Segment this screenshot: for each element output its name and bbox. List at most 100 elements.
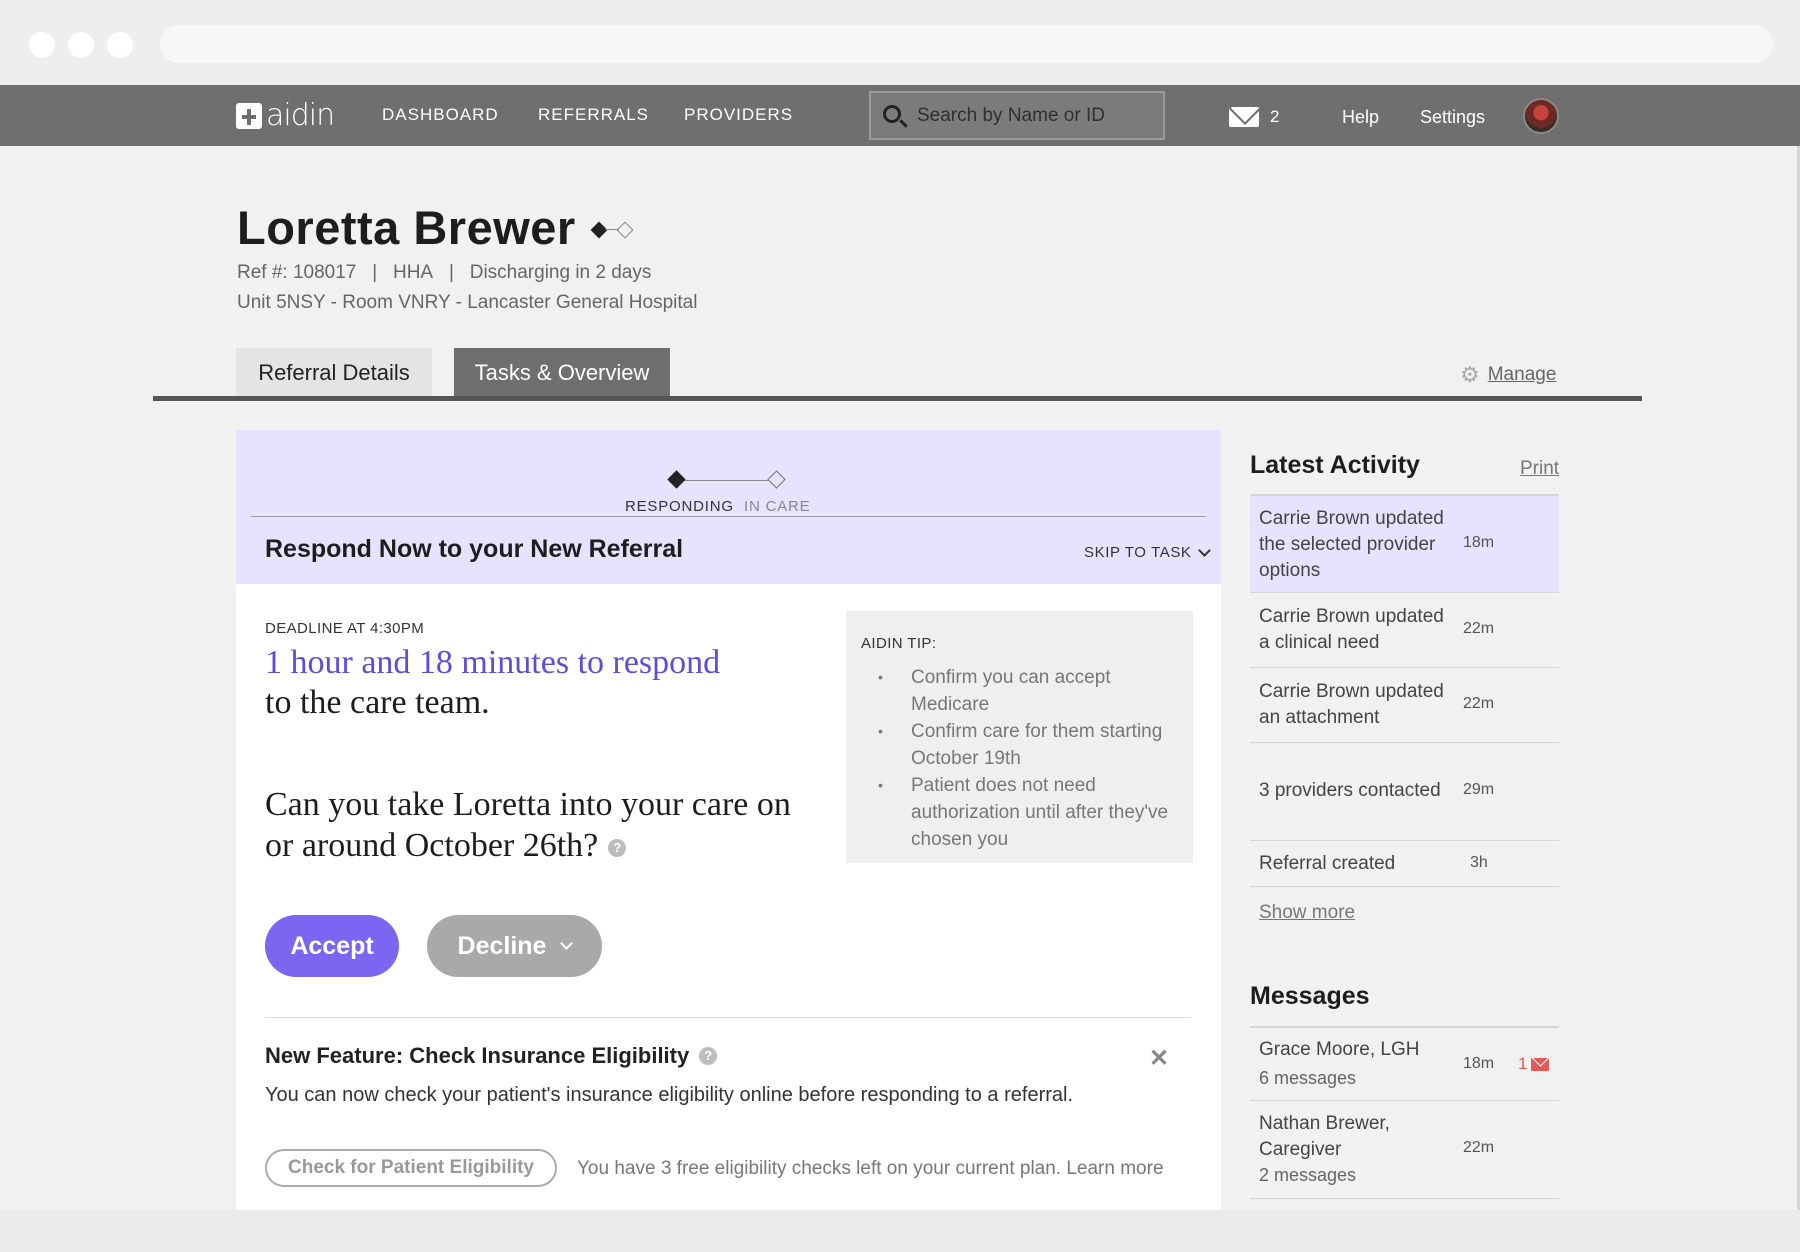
nav-help[interactable]: Help — [1342, 107, 1379, 128]
latest-activity-title: Latest Activity — [1250, 451, 1420, 479]
countdown-text: 1 hour and 18 minutes to respond — [265, 644, 721, 681]
activity-time: 22m — [1463, 620, 1495, 637]
countdown-suffix: to the care team. — [265, 684, 490, 721]
window-minimize-dot[interactable] — [68, 32, 94, 58]
activity-item[interactable]: Referral created 3h — [1250, 841, 1559, 887]
address-bar[interactable] — [160, 25, 1773, 63]
top-navigation: aidin DASHBOARD REFERRALS PROVIDERS 2 He… — [0, 85, 1800, 146]
stage-indicator — [590, 221, 637, 239]
activity-text: 3 providers contacted — [1259, 780, 1441, 801]
activity-time: 18m — [1463, 534, 1495, 551]
patient-location: Unit 5NSY - Room VNRY - Lancaster Genera… — [237, 292, 698, 313]
activity-text: Carrie Brown updated a clinical need — [1259, 606, 1444, 653]
print-link[interactable]: Print — [1520, 458, 1559, 480]
decline-label: Decline — [457, 931, 547, 960]
unread-badge: 1 — [1518, 1054, 1550, 1074]
referral-meta: Ref #: 108017 | HHA | Discharging in 2 d… — [237, 262, 651, 284]
meta-separator: | — [356, 262, 393, 283]
unread-count: 1 — [1518, 1054, 1528, 1073]
diamond-filled-icon — [590, 221, 608, 239]
tab-tasks-overview[interactable]: Tasks & Overview — [454, 348, 670, 398]
nav-providers[interactable]: PROVIDERS — [684, 105, 793, 125]
close-icon[interactable]: ✕ — [1149, 1044, 1169, 1073]
feature-title: New Feature: Check Insurance Eligibility — [265, 1043, 690, 1068]
aidin-tip-box: AIDIN TIP: Confirm you can accept Medica… — [846, 611, 1193, 863]
step-responding-icon — [667, 470, 686, 489]
tip-item: Confirm you can accept Medicare — [861, 664, 1178, 718]
activity-time: 29m — [1463, 781, 1495, 798]
chevron-down-icon — [560, 936, 574, 950]
message-count: 2 messages — [1259, 1165, 1357, 1185]
search-input[interactable] — [917, 105, 1157, 127]
search-box — [869, 91, 1165, 140]
task-title: Respond Now to your New Referral — [265, 535, 684, 563]
nav-dashboard[interactable]: DASHBOARD — [382, 105, 499, 125]
tab-referral-details[interactable]: Referral Details — [236, 348, 432, 398]
activity-text: Carrie Brown updated the selected provid… — [1259, 508, 1444, 581]
mail-icon — [1531, 1057, 1550, 1071]
activity-item[interactable]: Carrie Brown updated the selected provid… — [1250, 496, 1559, 593]
window-bottom-band — [0, 1210, 1800, 1252]
skip-label: SKIP TO TASK — [1084, 544, 1192, 561]
message-thread[interactable]: Nathan Brewer, Caregiver 2 messages 22m — [1250, 1101, 1559, 1199]
logo-text: aidin — [266, 98, 335, 133]
nav-referrals[interactable]: REFERRALS — [538, 105, 649, 125]
activity-time: 3h — [1470, 854, 1488, 871]
avatar[interactable] — [1523, 98, 1559, 134]
mail-count[interactable]: 2 — [1270, 107, 1279, 127]
deadline-label: DEADLINE AT 4:30PM — [265, 620, 425, 637]
help-icon[interactable]: ? — [608, 839, 627, 858]
activity-text: Referral created — [1259, 853, 1396, 874]
task-card-header: RESPONDING IN CARE Respond Now to your N… — [236, 430, 1221, 584]
stepper-line — [676, 480, 776, 481]
message-time: 18m — [1463, 1055, 1495, 1072]
nav-settings[interactable]: Settings — [1420, 107, 1485, 128]
skip-to-task-button[interactable]: SKIP TO TASK — [1084, 543, 1211, 561]
feature-heading: New Feature: Check Insurance Eligibility… — [265, 1043, 718, 1069]
activity-item[interactable]: Carrie Brown updated an attachment 22m — [1250, 668, 1559, 743]
show-more-link[interactable]: Show more — [1259, 902, 1355, 924]
browser-chrome — [0, 0, 1800, 85]
task-card: RESPONDING IN CARE Respond Now to your N… — [236, 430, 1221, 1210]
manage-control[interactable]: ⚙ Manage — [1460, 364, 1556, 386]
header-divider — [251, 516, 1206, 517]
eligibility-note: You have 3 free eligibility checks left … — [577, 1158, 1164, 1179]
manage-link[interactable]: Manage — [1488, 364, 1557, 386]
check-eligibility-button[interactable]: Check for Patient Eligibility — [265, 1149, 557, 1187]
window-close-dot[interactable] — [29, 32, 55, 58]
message-sender: Nathan Brewer, Caregiver — [1259, 1113, 1390, 1160]
discharge-status: Discharging in 2 days — [469, 262, 652, 283]
message-time: 22m — [1463, 1139, 1495, 1156]
ref-number: Ref #: 108017 — [237, 262, 357, 283]
step-in-care-label: IN CARE — [744, 498, 811, 515]
accept-button[interactable]: Accept — [265, 915, 399, 977]
activity-item[interactable]: 3 providers contacted 29m — [1250, 743, 1559, 841]
tab-underline — [153, 396, 1642, 401]
chevron-down-icon — [1197, 543, 1211, 557]
referral-type: HHA — [392, 262, 434, 283]
mail-icon[interactable] — [1229, 107, 1259, 127]
section-divider — [265, 1017, 1191, 1018]
message-sender: Grace Moore, LGH — [1259, 1039, 1420, 1060]
message-count: 6 messages — [1259, 1068, 1357, 1088]
activity-time: 22m — [1463, 695, 1495, 712]
tip-item: Patient does not need authorization unti… — [861, 772, 1178, 853]
tip-title: AIDIN TIP: — [861, 635, 937, 652]
tip-list: Confirm you can accept Medicare Confirm … — [861, 664, 1178, 853]
search-icon — [883, 105, 901, 123]
message-thread[interactable]: Grace Moore, LGH 6 messages 18m 1 — [1250, 1028, 1559, 1101]
activity-item[interactable]: Carrie Brown updated a clinical need 22m — [1250, 593, 1559, 668]
help-icon[interactable]: ? — [699, 1047, 718, 1065]
aidin-logo[interactable]: aidin — [236, 98, 335, 133]
window-maximize-dot[interactable] — [107, 32, 133, 58]
step-responding-label: RESPONDING — [625, 498, 734, 515]
feature-description: You can now check your patient's insuran… — [265, 1084, 1074, 1106]
plus-icon — [236, 103, 262, 129]
messages-title: Messages — [1250, 982, 1370, 1010]
care-question: Can you take Loretta into your care on o… — [265, 784, 805, 866]
tip-item: Confirm care for them starting October 1… — [861, 718, 1178, 772]
gear-icon: ⚙ — [1460, 362, 1480, 387]
care-question-text: Can you take Loretta into your care on o… — [265, 786, 791, 864]
decline-button[interactable]: Decline — [427, 915, 602, 977]
meta-separator: | — [433, 262, 470, 283]
